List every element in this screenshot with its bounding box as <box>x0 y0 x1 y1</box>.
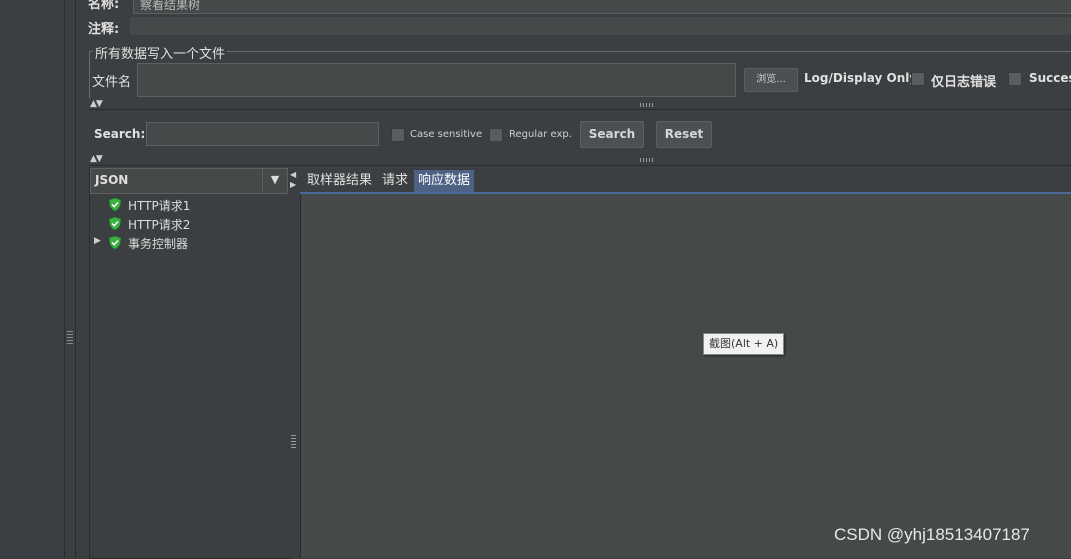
regular-exp-label: Regular exp. <box>509 129 572 140</box>
splitter-grip-icon[interactable] <box>67 330 73 344</box>
file-group-title: 所有数据写入一个文件 <box>93 43 228 62</box>
watermark: CSDN @yhj18513407187 <box>834 525 1030 544</box>
expand-arrow-icon[interactable]: ▶ <box>94 236 101 246</box>
vertical-splitter[interactable] <box>289 167 298 558</box>
case-sensitive-label: Case sensitive <box>410 129 483 140</box>
search-label: Search: <box>94 127 146 141</box>
successes-label: Successes <box>1029 71 1071 85</box>
search-button[interactable]: Search <box>580 121 644 148</box>
comment-label: 注释: <box>88 22 120 37</box>
left-gutter <box>0 0 65 558</box>
tab-sampler-result[interactable]: 取样器结果 <box>303 170 376 192</box>
filename-input[interactable] <box>137 63 736 97</box>
tree-item-transaction-controller[interactable]: 事务控制器 <box>128 235 188 252</box>
left-splitter[interactable] <box>65 0 76 558</box>
tab-request[interactable]: 请求 <box>378 170 412 192</box>
collapse-arrows-icon[interactable]: ◀ ▶ <box>290 170 296 190</box>
chevron-down-icon[interactable]: ▼ <box>262 168 287 192</box>
collapse-arrows-icon[interactable]: ▲▼ <box>90 154 103 164</box>
divider <box>89 109 1071 110</box>
splitter-grip-icon[interactable] <box>640 158 654 162</box>
tree-item-http-request-2[interactable]: HTTP请求2 <box>128 216 190 233</box>
search-input[interactable] <box>146 122 379 146</box>
case-sensitive-checkbox[interactable] <box>391 128 405 142</box>
log-display-only-label: Log/Display Only: <box>804 71 922 85</box>
errors-only-checkbox[interactable] <box>911 72 925 86</box>
browse-button[interactable]: 浏览... <box>744 68 798 92</box>
reset-button[interactable]: Reset <box>656 121 712 148</box>
response-data-area[interactable] <box>300 194 1071 558</box>
collapse-arrows-icon[interactable]: ▲▼ <box>90 99 103 109</box>
regular-exp-checkbox[interactable] <box>489 128 503 142</box>
divider <box>89 165 1071 166</box>
renderer-select-value: JSON <box>95 173 129 187</box>
screenshot-tooltip: 截图(Alt + A) <box>703 333 785 355</box>
comment-input[interactable] <box>130 17 1071 35</box>
splitter-grip-icon[interactable] <box>291 434 296 448</box>
successes-checkbox[interactable] <box>1008 72 1022 86</box>
errors-only-label: 仅日志错误 <box>931 75 997 90</box>
shield-check-icon <box>109 236 121 249</box>
shield-check-icon <box>109 217 121 230</box>
name-label: 名称: <box>88 0 120 12</box>
name-input[interactable]: 察看结果树 <box>133 0 1071 14</box>
splitter-grip-icon[interactable] <box>640 103 654 107</box>
shield-check-icon <box>109 198 121 211</box>
tree-item-http-request-1[interactable]: HTTP请求1 <box>128 197 190 214</box>
filename-label: 文件名 <box>92 75 132 90</box>
results-tree-panel: 名称: 察看结果树 注释: 所有数据写入一个文件 文件名 浏览... Log/D… <box>76 0 1071 559</box>
tab-response-data[interactable]: 响应数据 <box>414 170 475 192</box>
